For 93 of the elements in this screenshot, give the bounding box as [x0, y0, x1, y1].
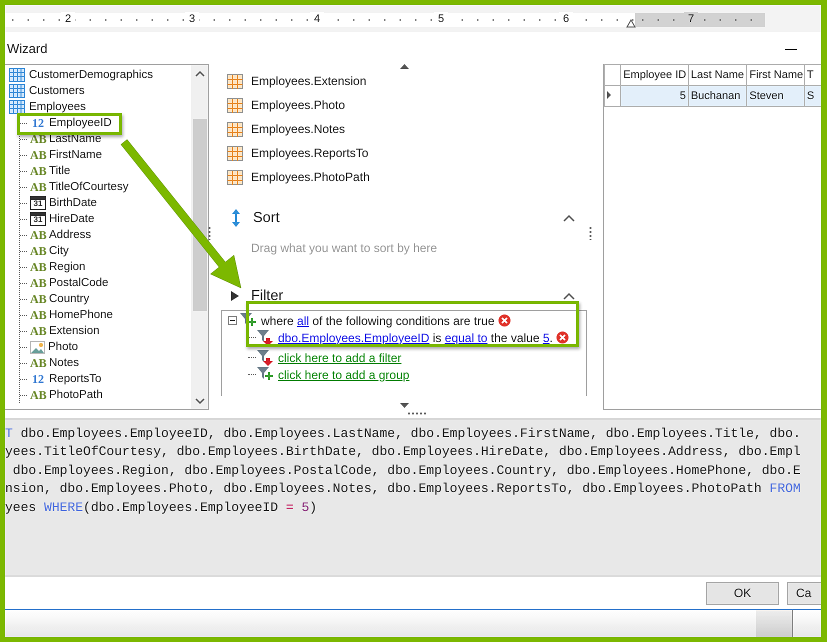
table-icon [9, 84, 25, 98]
column-icon [227, 74, 243, 88]
table-cell: Steven [746, 86, 804, 106]
table-cell: Buchanan [688, 86, 747, 106]
add-link[interactable]: click here to add a group [278, 368, 410, 382]
tree-item[interactable]: HomePhone [49, 309, 113, 321]
scroll-thumb[interactable] [192, 119, 206, 311]
tree-item[interactable]: PostalCode [49, 277, 108, 289]
text-type-icon: AB [30, 180, 46, 194]
calendar-icon: 31 [30, 196, 46, 210]
filter-condition-icon [256, 348, 274, 366]
text-type-icon: AB [30, 388, 46, 402]
filter-condition: where all of the following conditions are true [261, 314, 494, 328]
table-icon [9, 68, 25, 82]
code-line: yees.TitleOfCourtesy, dbo.Employees.BirthDate, dbo.Employees.HireDate, dbo.Employees.Address, dbo.Empl [5, 443, 801, 462]
tree-item[interactable]: Photo [48, 341, 78, 353]
add-link[interactable]: click here to add a filter [278, 350, 402, 364]
scroll-up-icon[interactable] [400, 64, 410, 70]
sort-hint: Drag what you want to sort by here [250, 241, 438, 255]
tree-item[interactable]: CustomerDemographics [29, 69, 153, 81]
image-icon [30, 340, 45, 354]
text-type-icon: AB [30, 148, 46, 162]
collapse-icon[interactable] [563, 214, 576, 222]
tree-item[interactable]: Customers [29, 85, 85, 97]
column-icon [227, 146, 243, 160]
tree-item[interactable]: City [49, 245, 69, 257]
tree-item[interactable]: Employees [29, 101, 86, 113]
sort-icon [231, 209, 241, 227]
text-type-icon: AB [30, 276, 46, 290]
section-title: Filter [251, 288, 284, 304]
tree-item[interactable]: ReportsTo [49, 373, 102, 385]
code-line: T dbo.Employees.EmployeeID, dbo.Employees.LastName, dbo.Employees.FirstName, dbo.Employees.Title, dbo. [5, 425, 801, 443]
number-type-icon: 12 [30, 116, 46, 130]
cancel-button[interactable]: Ca [787, 582, 821, 604]
splitter-handle[interactable] [589, 226, 592, 240]
tree-item[interactable]: LastName [49, 133, 102, 145]
scroll-down-icon[interactable] [400, 403, 410, 408]
table-cell: 5 [620, 86, 688, 106]
code-line: dbo.Employees.Region, dbo.Employees.PostalCode, dbo.Employees.Country, dbo.Employees.HomePhone, dbo.E [12, 462, 801, 480]
field-item[interactable]: Employees.Notes [251, 122, 346, 136]
window-title: Wizard [7, 41, 48, 56]
column-icon [227, 98, 243, 112]
column-icon [227, 170, 243, 184]
tree-item[interactable]: Address [49, 229, 92, 241]
text-type-icon: AB [30, 244, 46, 258]
column-header[interactable]: First Name [746, 64, 804, 86]
field-item[interactable]: Employees.ReportsTo [251, 146, 368, 160]
tree-item[interactable]: Title [49, 165, 70, 177]
status-panel [756, 610, 793, 637]
tree-item[interactable]: HireDate [49, 213, 94, 225]
column-header[interactable]: Last Name [688, 64, 747, 86]
expand-icon[interactable] [231, 289, 239, 303]
column-header[interactable]: T [804, 64, 822, 86]
column-header[interactable]: Employee ID [620, 64, 688, 86]
text-type-icon: AB [30, 260, 46, 274]
tree-item[interactable]: EmployeeID [49, 117, 112, 129]
scrollbar[interactable] [191, 65, 208, 409]
tree-item[interactable]: Notes [49, 357, 80, 369]
tree-item[interactable]: Extension [49, 325, 100, 337]
collapse-box[interactable] [228, 316, 237, 325]
text-type-icon: AB [30, 164, 46, 178]
table-icon [9, 100, 25, 114]
tree-item[interactable]: Country [49, 293, 90, 305]
text-type-icon: AB [30, 308, 46, 322]
collapse-icon[interactable] [563, 292, 576, 300]
code-line: nsion, dbo.Employees.Photo, dbo.Employees.Notes, dbo.Employees.ReportsTo, dbo.Employees.PhotoPath FROM [5, 480, 801, 498]
tree-item[interactable]: TitleOfCourtesy [49, 181, 128, 193]
tree-item[interactable]: PhotoPath [49, 389, 103, 401]
indent-marker-icon[interactable] [626, 18, 636, 28]
scroll-up-icon[interactable] [194, 70, 204, 78]
tree-item[interactable]: Region [49, 261, 86, 273]
field-item[interactable]: Employees.Extension [251, 74, 366, 88]
field-item[interactable]: Employees.PhotoPath [251, 170, 370, 184]
column-icon [227, 122, 243, 136]
section-title: Sort [253, 210, 280, 226]
calendar-icon: 31 [30, 212, 46, 226]
delete-icon[interactable] [498, 314, 510, 327]
scroll-down-icon[interactable] [194, 396, 204, 404]
text-type-icon: AB [30, 132, 46, 146]
ok-button[interactable]: OK [706, 582, 779, 604]
code-line: yees WHERE(dbo.Employees.EmployeeID = 5) [5, 498, 318, 517]
delete-icon[interactable] [556, 331, 569, 344]
field-item[interactable]: Employees.Photo [251, 98, 346, 112]
text-type-icon: AB [30, 356, 46, 370]
splitter-handle[interactable] [407, 412, 427, 415]
filter-condition: dbo.Employees.EmployeeID is equal to the value 5. [278, 330, 553, 344]
number-type-icon: 12 [30, 372, 46, 386]
text-type-icon: AB [30, 228, 46, 242]
tree-item[interactable]: BirthDate [49, 197, 97, 209]
tree-item[interactable]: FirstName [49, 149, 102, 161]
text-type-icon: AB [30, 292, 46, 306]
splitter-handle[interactable] [208, 226, 211, 240]
text-type-icon: AB [30, 324, 46, 338]
